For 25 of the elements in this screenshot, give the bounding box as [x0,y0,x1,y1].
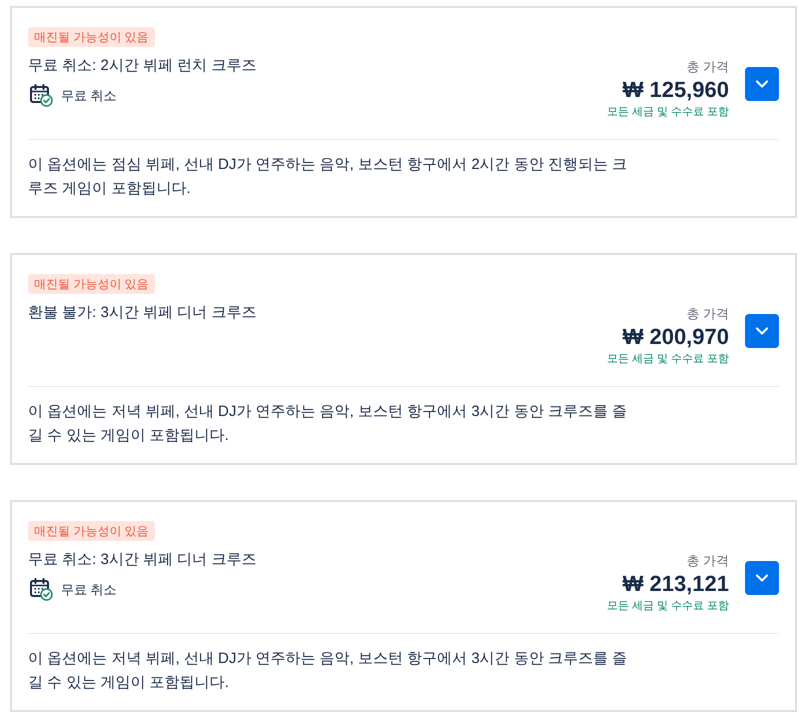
total-price: ₩ 125,960 [622,76,729,104]
price-note: 모든 세금 및 수수료 포함 [606,352,729,367]
total-price: ₩ 200,970 [622,323,729,351]
option-description: 이 옵션에는 점심 뷔페, 선내 DJ가 연주하는 음악, 보스턴 항구에서 2시간 동안 진행되는 크루즈 게임이 포함됩니다. [28,155,628,199]
option-description: 이 옵션에는 저녁 뷔페, 선내 DJ가 연주하는 음악, 보스턴 항구에서 3시간 동안 크루즈를 즐길 수 있는 게임이 포함됩니다. [28,402,628,446]
availability-badge: 매진될 가능성이 있음 [28,521,155,541]
availability-badge: 매진될 가능성이 있음 [28,274,155,294]
option-description: 이 옵션에는 저녁 뷔페, 선내 DJ가 연주하는 음악, 보스턴 항구에서 3시간 동안 크루즈를 즐길 수 있는 게임이 포함됩니다. [28,649,628,693]
option-title: 환불 불가: 3시간 뷔페 디너 크루즈 [28,303,256,323]
price-label: 총 가격 [686,552,729,570]
cancellation-label: 무료 취소 [61,86,117,104]
availability-badge: 매진될 가능성이 있음 [28,27,155,47]
expand-button[interactable] [745,314,779,348]
option-title: 무료 취소: 2시간 뷔페 런치 크루즈 [28,56,256,76]
calendar-check-icon [30,84,53,107]
price-note: 모든 세금 및 수수료 포함 [606,599,729,614]
price-label: 총 가격 [686,305,729,323]
expand-button[interactable] [745,67,779,101]
expand-button[interactable] [745,561,779,595]
cancellation-label: 무료 취소 [61,580,117,598]
calendar-check-icon [30,578,53,601]
price-note: 모든 세금 및 수수료 포함 [606,105,729,120]
total-price: ₩ 213,121 [622,570,729,598]
option-title: 무료 취소: 3시간 뷔페 디너 크루즈 [28,550,256,570]
price-label: 총 가격 [686,58,729,76]
